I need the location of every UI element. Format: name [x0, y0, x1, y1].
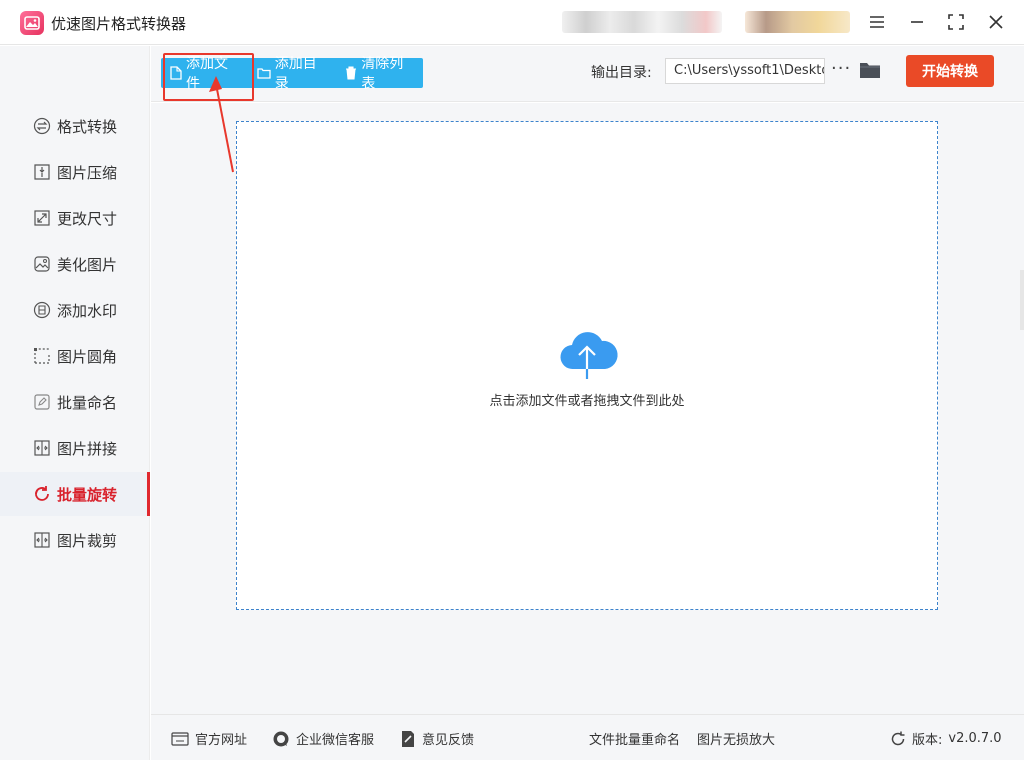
trash-icon — [345, 66, 357, 80]
compress-icon — [33, 163, 51, 181]
sidebar-item-format-convert[interactable]: 格式转换 — [0, 104, 150, 148]
sidebar-item-rename[interactable]: 批量命名 — [0, 380, 150, 424]
blurred-user-avatar[interactable] — [745, 11, 850, 33]
rotate-icon — [33, 485, 51, 503]
minimize-icon[interactable] — [904, 9, 930, 35]
clear-list-label: 清除列表 — [361, 56, 404, 92]
browse-more-button[interactable]: ··· — [831, 58, 851, 79]
toolbar: 添加文件 添加目录 清除列表 输出目录: C:\Users\yssoft1\De… — [151, 46, 1024, 102]
version-label: 版本: — [912, 733, 943, 748]
add-file-label: 添加文件 — [186, 56, 228, 92]
beautify-icon — [33, 255, 51, 273]
sidebar-item-label: 图片裁剪 — [57, 531, 118, 550]
add-directory-label: 添加目录 — [274, 56, 317, 92]
refresh-icon — [890, 731, 906, 747]
sidebar-item-compress[interactable]: 图片压缩 — [0, 150, 150, 194]
sidebar-item-rounded-corner[interactable]: 图片圆角 — [0, 334, 150, 378]
version-number: v2.0.7.0 — [948, 731, 1002, 746]
start-convert-button[interactable]: 开始转换 — [906, 55, 994, 87]
wechat-support-label: 企业微信客服 — [296, 733, 375, 748]
website-icon — [171, 731, 189, 746]
format-convert-icon — [33, 117, 51, 135]
blurred-account-info — [562, 11, 722, 33]
title-bar: 优速图片格式转换器 — [0, 0, 1024, 45]
cloud-upload-icon — [557, 327, 619, 385]
sidebar-item-label: 更改尺寸 — [57, 209, 118, 228]
batch-rename-link[interactable]: 文件批量重命名 — [589, 729, 680, 748]
sidebar-item-crop[interactable]: 图片裁剪 — [0, 518, 150, 562]
feedback-icon — [400, 730, 416, 748]
wechat-support-link[interactable]: 企业微信客服 — [272, 729, 374, 748]
sidebar: 格式转换 图片压缩 更改尺寸 美化图片 添加水印 图片圆角 批量命名 图片拼接 … — [0, 46, 150, 760]
footer-bar: 官方网址 企业微信客服 意见反馈 文件批量重命名 图片无损放大 版本: v2.0… — [151, 714, 1024, 760]
sidebar-item-label: 图片压缩 — [57, 163, 118, 182]
stitch-icon — [33, 439, 51, 457]
open-folder-icon[interactable] — [859, 61, 881, 83]
sidebar-item-watermark[interactable]: 添加水印 — [0, 288, 150, 332]
sidebar-item-label: 格式转换 — [57, 117, 118, 136]
rounded-corner-icon — [33, 347, 51, 365]
feedback-label: 意见反馈 — [422, 733, 475, 748]
folder-outline-icon — [257, 67, 271, 79]
official-website-label: 官方网址 — [195, 733, 248, 748]
rename-icon — [33, 393, 51, 411]
feedback-link[interactable]: 意见反馈 — [400, 729, 474, 748]
lossless-upscale-link[interactable]: 图片无损放大 — [697, 729, 775, 748]
window-edge-grip — [1020, 270, 1024, 330]
menu-icon[interactable] — [864, 9, 890, 35]
resize-icon — [33, 209, 51, 227]
sidebar-item-label: 图片圆角 — [57, 347, 118, 366]
sidebar-item-rotate[interactable]: 批量旋转 — [0, 472, 150, 516]
sidebar-item-stitch[interactable]: 图片拼接 — [0, 426, 150, 470]
dropzone-hint: 点击添加文件或者拖拽文件到此处 — [489, 394, 685, 409]
add-directory-button[interactable]: 添加目录 — [248, 56, 337, 92]
maximize-icon[interactable] — [943, 9, 969, 35]
sidebar-item-label: 批量命名 — [57, 393, 118, 412]
watermark-icon — [33, 301, 51, 319]
sidebar-item-resize[interactable]: 更改尺寸 — [0, 196, 150, 240]
sidebar-item-label: 添加水印 — [57, 301, 118, 320]
sidebar-item-label: 美化图片 — [57, 255, 118, 274]
app-title: 优速图片格式转换器 — [51, 15, 187, 33]
output-directory-field[interactable]: C:\Users\yssoft1\Desktop — [665, 58, 825, 84]
output-directory-label: 输出目录: — [591, 65, 652, 81]
chat-support-icon — [272, 730, 290, 748]
app-logo-icon — [20, 11, 44, 35]
sidebar-item-label: 图片拼接 — [57, 439, 118, 458]
crop-icon — [33, 531, 51, 549]
version-info[interactable]: 版本: v2.0.7.0 — [890, 729, 1002, 748]
clear-list-button[interactable]: 清除列表 — [336, 56, 423, 92]
close-icon[interactable] — [983, 9, 1009, 35]
sidebar-item-label: 批量旋转 — [57, 485, 118, 504]
add-file-button[interactable]: 添加文件 — [161, 56, 248, 92]
file-button-group: 添加文件 添加目录 清除列表 — [161, 56, 423, 92]
file-icon — [170, 66, 182, 80]
official-website-link[interactable]: 官方网址 — [171, 729, 247, 748]
file-dropzone[interactable]: 点击添加文件或者拖拽文件到此处 — [236, 121, 938, 610]
sidebar-item-beautify[interactable]: 美化图片 — [0, 242, 150, 286]
